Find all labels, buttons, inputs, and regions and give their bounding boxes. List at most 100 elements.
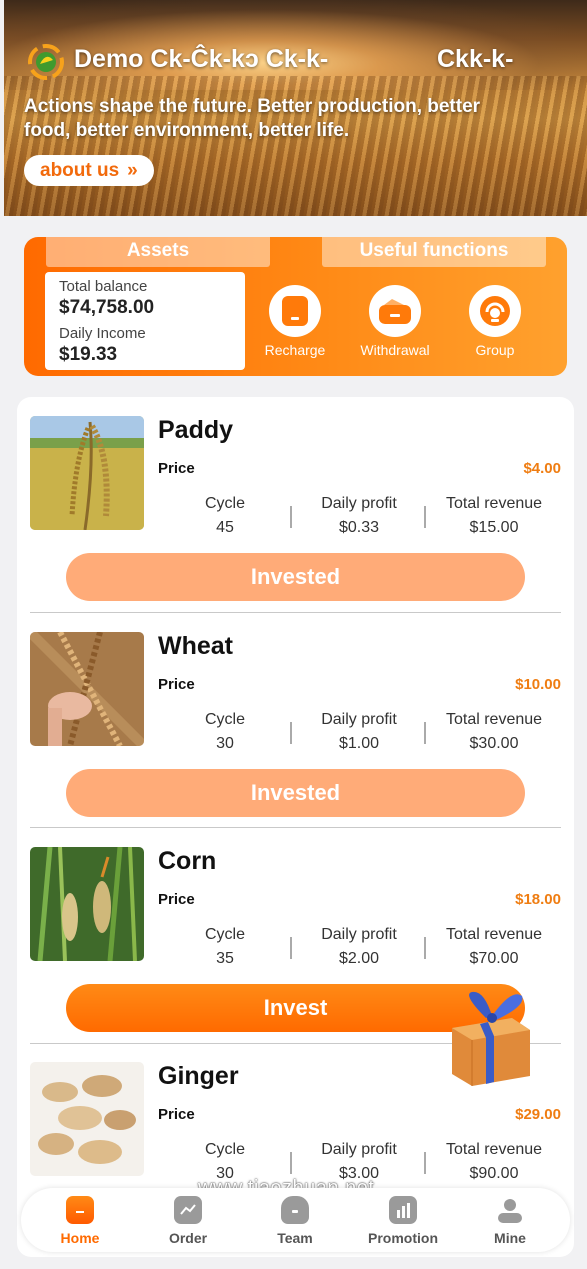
nav-item-team[interactable]: Team — [245, 1196, 345, 1246]
nav-label-home: Home — [60, 1230, 100, 1246]
stat-total-revenue: Total revenue $70.00 — [427, 923, 561, 971]
product-stats: Cycle 45 Daily profit $0.33 Total revenu… — [158, 492, 561, 542]
lock-icon — [281, 1196, 309, 1224]
invested-button[interactable]: Invested — [66, 769, 525, 817]
cycle-label: Cycle — [204, 926, 245, 943]
price-value: $10.00 — [515, 676, 561, 693]
price-label: Price — [158, 460, 195, 477]
total-balance-value: $74,758.00 — [59, 297, 155, 318]
tab-assets[interactable]: Assets — [46, 237, 270, 267]
purse-icon — [369, 285, 421, 337]
bottom-nav: Home Order Team Promotion Mine — [21, 1188, 570, 1252]
wheat-image — [30, 632, 144, 746]
stat-cycle: Cycle 45 — [158, 492, 292, 540]
brand-name-right: Ckk-k- — [437, 45, 514, 73]
stat-total-revenue: Total revenue $90.00 — [427, 1138, 561, 1186]
cycle-label: Cycle — [204, 711, 245, 728]
home-icon — [66, 1196, 94, 1224]
stat-separator — [424, 937, 426, 959]
gift-box-icon[interactable] — [442, 988, 538, 1088]
ginger-image — [30, 1062, 144, 1176]
stat-daily-profit: Daily profit $1.00 — [292, 708, 426, 756]
group-button[interactable]: Group — [455, 285, 535, 358]
headset-icon — [469, 285, 521, 337]
nav-item-promotion[interactable]: Promotion — [353, 1196, 453, 1246]
about-us-label: about us — [40, 160, 120, 181]
daily-profit-value: $2.00 — [338, 950, 380, 967]
stat-separator — [424, 722, 426, 744]
daily-profit-value: $0.33 — [338, 519, 380, 536]
hero-banner: Demo Ck-Ĉk-kↄ Ck-k- Ckk-k- Actions shape… — [4, 0, 587, 216]
invested-button[interactable]: Invested — [66, 553, 525, 601]
product-name: Ginger — [158, 1062, 239, 1090]
stat-separator — [424, 1152, 426, 1174]
withdrawal-label: Withdrawal — [360, 342, 430, 358]
daily-profit-label: Daily profit — [321, 1141, 397, 1158]
price-label: Price — [158, 676, 195, 693]
nav-item-mine[interactable]: Mine — [460, 1196, 560, 1246]
withdrawal-button[interactable]: Withdrawal — [355, 285, 435, 358]
divider — [30, 827, 561, 828]
brand-name: Demo Ck-Ĉk-kↄ Ck-k- — [74, 45, 329, 73]
cycle-value: 45 — [216, 519, 234, 536]
total-revenue-value: $30.00 — [469, 735, 519, 752]
price-value: $29.00 — [515, 1106, 561, 1123]
cycle-value: 35 — [216, 950, 234, 967]
stat-daily-profit: Daily profit $0.33 — [292, 492, 426, 540]
cycle-value: 30 — [216, 735, 234, 752]
recharge-label: Recharge — [264, 342, 326, 358]
total-revenue-label: Total revenue — [445, 711, 543, 728]
bar-chart-icon — [389, 1196, 417, 1224]
total-revenue-label: Total revenue — [445, 1141, 543, 1158]
wallet-icon — [269, 285, 321, 337]
nav-item-home[interactable]: Home — [30, 1196, 130, 1246]
nav-label-team: Team — [277, 1230, 313, 1246]
price-label: Price — [158, 891, 195, 908]
total-revenue-value: $90.00 — [469, 1165, 519, 1182]
product-name: Corn — [158, 847, 217, 875]
daily-profit-value: $1.00 — [338, 735, 380, 752]
cycle-label: Cycle — [204, 495, 245, 512]
group-label: Group — [475, 342, 515, 358]
stat-cycle: Cycle 30 — [158, 708, 292, 756]
product-stats: Cycle 35 Daily profit $2.00 Total revenu… — [158, 923, 561, 973]
price-value: $4.00 — [523, 460, 561, 477]
balance-card: Total balance $74,758.00 Daily Income $1… — [45, 272, 245, 370]
product-name: Wheat — [158, 632, 233, 660]
nav-label-order: Order — [168, 1230, 208, 1246]
daily-profit-label: Daily profit — [321, 495, 397, 512]
hero-slogan: Actions shape the future. Better product… — [24, 96, 481, 141]
nav-label-promotion: Promotion — [368, 1230, 438, 1246]
divider — [30, 612, 561, 613]
product-stats: Cycle 30 Daily profit $1.00 Total revenu… — [158, 708, 561, 758]
user-icon — [496, 1196, 524, 1224]
daily-profit-label: Daily profit — [321, 926, 397, 943]
total-balance-label: Total balance — [59, 278, 148, 295]
cycle-label: Cycle — [204, 1141, 245, 1158]
about-us-button[interactable]: about us » — [24, 155, 154, 186]
product-name: Paddy — [158, 416, 234, 444]
total-revenue-label: Total revenue — [445, 926, 543, 943]
tab-useful-functions[interactable]: Useful functions — [322, 237, 546, 267]
stat-cycle: Cycle 35 — [158, 923, 292, 971]
total-revenue-value: $70.00 — [469, 950, 519, 967]
daily-income-label: Daily Income — [59, 325, 146, 342]
paddy-image — [30, 416, 144, 530]
stat-separator — [424, 506, 426, 528]
stat-total-revenue: Total revenue $30.00 — [427, 708, 561, 756]
brand-logo-icon — [28, 44, 64, 80]
nav-item-order[interactable]: Order — [138, 1196, 238, 1246]
double-chevron-right-icon: » — [127, 160, 138, 181]
total-revenue-value: $15.00 — [469, 519, 519, 536]
chart-icon — [174, 1196, 202, 1224]
total-revenue-label: Total revenue — [445, 495, 543, 512]
assets-panel: Assets Useful functions Total balance $7… — [24, 237, 567, 376]
stat-daily-profit: Daily profit $2.00 — [292, 923, 426, 971]
product-list: Paddy Price $4.00 Cycle 45 Daily profit … — [17, 397, 574, 1257]
recharge-button[interactable]: Recharge — [255, 285, 335, 358]
corn-image — [30, 847, 144, 961]
price-value: $18.00 — [515, 891, 561, 908]
stat-total-revenue: Total revenue $15.00 — [427, 492, 561, 540]
nav-label-mine: Mine — [494, 1230, 526, 1246]
daily-profit-label: Daily profit — [321, 711, 397, 728]
